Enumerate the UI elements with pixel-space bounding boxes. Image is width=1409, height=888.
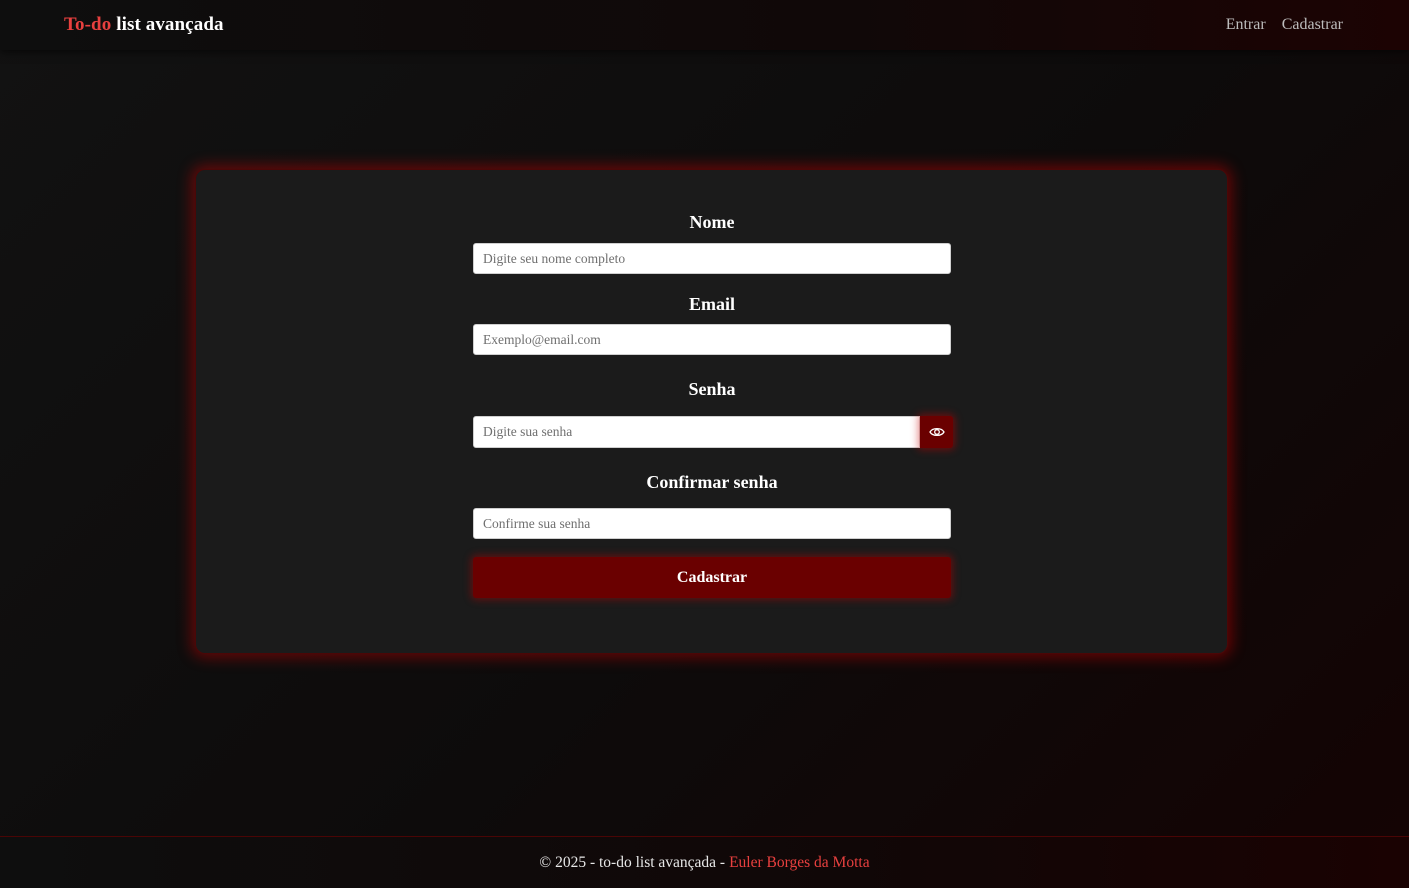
name-label: Nome [689,212,735,232]
email-input[interactable] [473,324,951,355]
brand-rest: list avançada [116,14,224,35]
footer-author-link[interactable]: Euler Borges da Motta [729,854,869,872]
eye-icon [928,426,945,438]
footer-text: © 2025 - to-do list avançada - [539,853,726,871]
nav-links: Entrar Cadastrar [1226,16,1343,34]
navbar: To-do list avançada Entrar Cadastrar [0,0,1409,50]
nav-login-link[interactable]: Entrar [1226,16,1266,34]
email-label: Email [688,294,735,314]
password-input[interactable] [473,416,920,448]
name-input[interactable] [473,243,951,274]
brand-accent: To-do [64,14,112,35]
submit-register-button[interactable]: Cadastrar [473,557,951,598]
toggle-password-button[interactable] [920,416,953,448]
footer: © 2025 - to-do list avançada - Euler Bor… [0,836,1409,888]
brand-logo[interactable]: To-do list avançada [64,14,224,36]
register-card: Nome Email Senha Confirmar senha Cadastr… [195,169,1228,654]
password-label: Senha [688,379,736,399]
confirm-password-input[interactable] [473,508,951,539]
confirm-password-label: Confirmar senha [646,472,778,492]
nav-register-link[interactable]: Cadastrar [1282,16,1343,34]
